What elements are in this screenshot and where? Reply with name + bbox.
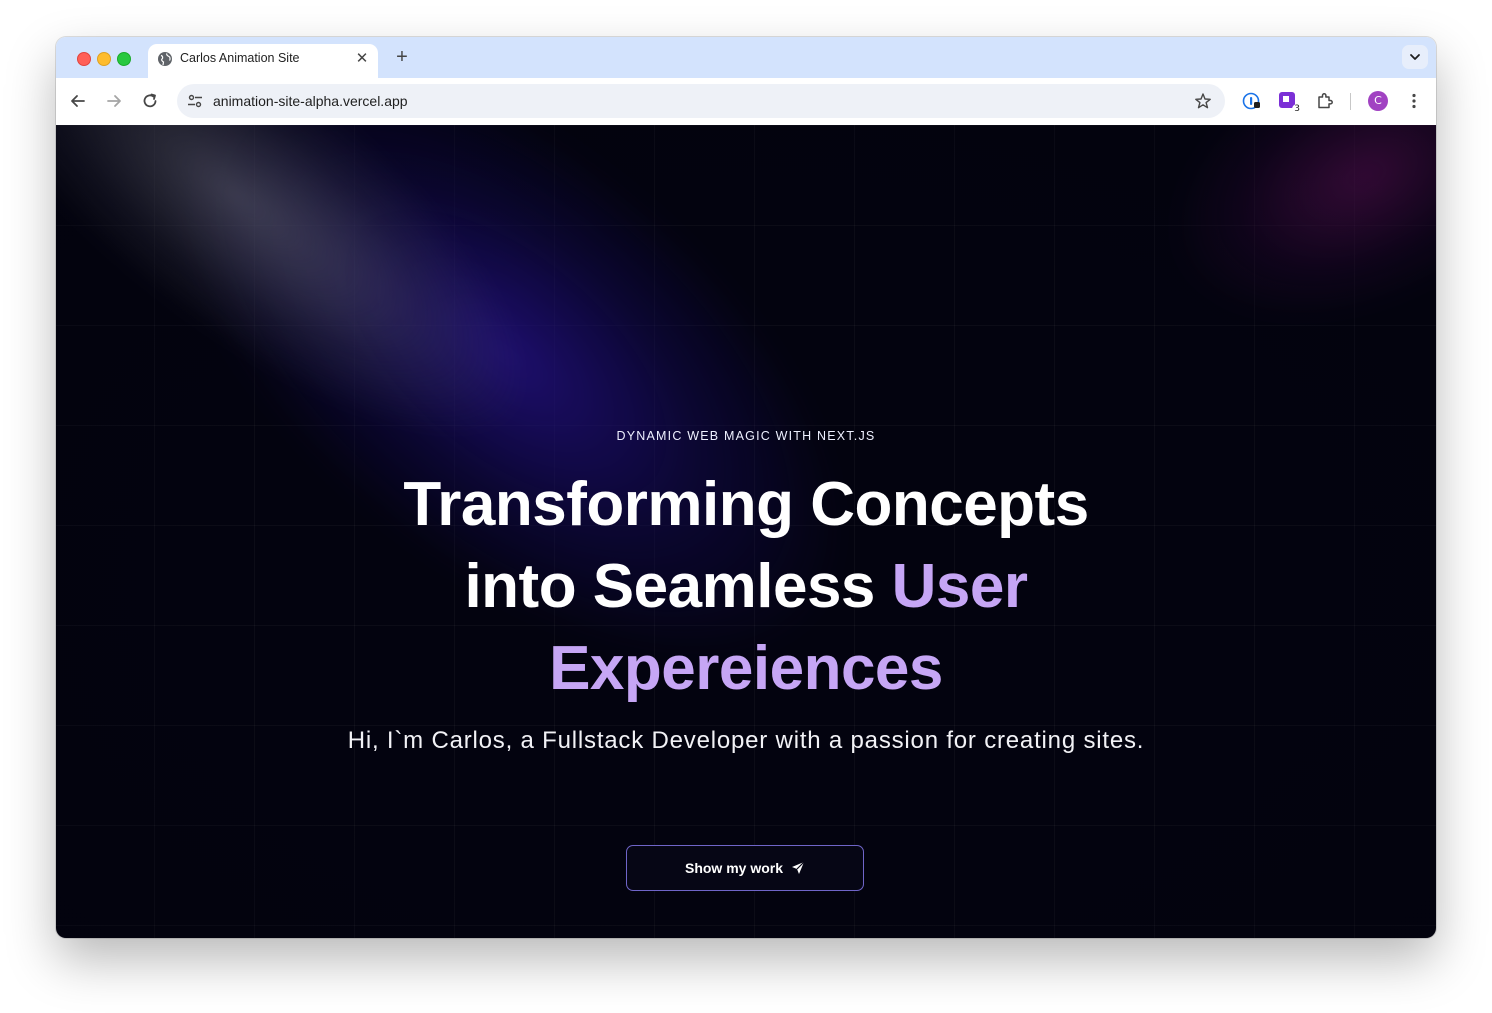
chevron-down-icon bbox=[1410, 54, 1420, 60]
hero-subtitle: Hi, I`m Carlos, a Fullstack Developer wi… bbox=[347, 727, 1145, 754]
hero-eyebrow: DYNAMIC WEB MAGIC WITH NEXT.JS bbox=[616, 429, 876, 443]
show-my-work-button[interactable]: Show my work bbox=[626, 845, 864, 891]
back-arrow-icon[interactable] bbox=[67, 90, 89, 112]
tab-title: Carlos Animation Site bbox=[180, 51, 300, 65]
new-tab-button[interactable]: + bbox=[390, 46, 414, 70]
url-text[interactable]: animation-site-alpha.vercel.app bbox=[213, 93, 408, 109]
more-menu-icon[interactable] bbox=[1404, 91, 1424, 111]
globe-icon bbox=[158, 52, 172, 66]
password-manager-icon[interactable] bbox=[1242, 91, 1262, 111]
maximize-window-button[interactable] bbox=[117, 52, 131, 66]
toolbar-divider bbox=[1350, 93, 1351, 110]
hero-section: DYNAMIC WEB MAGIC WITH NEXT.JS Transform… bbox=[56, 125, 1436, 938]
close-window-button[interactable] bbox=[77, 52, 91, 66]
extension-badge: 3 bbox=[1292, 104, 1302, 115]
address-bar[interactable]: animation-site-alpha.vercel.app bbox=[177, 84, 1225, 118]
purple-extension-icon[interactable]: 3 bbox=[1278, 91, 1302, 115]
tab-strip: Carlos Animation Site ✕ + bbox=[56, 37, 1436, 78]
tab-active[interactable]: Carlos Animation Site ✕ bbox=[148, 44, 378, 78]
tab-search-button[interactable] bbox=[1402, 45, 1428, 69]
minimize-window-button[interactable] bbox=[97, 52, 111, 66]
reload-icon[interactable] bbox=[139, 90, 161, 112]
site-settings-icon[interactable] bbox=[187, 93, 203, 109]
page-viewport: DYNAMIC WEB MAGIC WITH NEXT.JS Transform… bbox=[56, 125, 1436, 938]
hero-headline: Transforming Concepts into Seamless User… bbox=[346, 464, 1146, 710]
bookmark-star-icon[interactable] bbox=[1194, 92, 1212, 110]
tab-close-button[interactable]: ✕ bbox=[352, 49, 372, 69]
forward-arrow-icon[interactable] bbox=[103, 90, 125, 112]
profile-avatar[interactable]: C bbox=[1368, 91, 1388, 111]
send-arrow-icon bbox=[792, 861, 805, 874]
puzzle-extensions-icon[interactable] bbox=[1315, 91, 1335, 111]
browser-window: Carlos Animation Site ✕ + animation-site… bbox=[56, 37, 1436, 938]
browser-toolbar: animation-site-alpha.vercel.app 3 C bbox=[56, 78, 1436, 126]
cta-label: Show my work bbox=[684, 860, 784, 876]
